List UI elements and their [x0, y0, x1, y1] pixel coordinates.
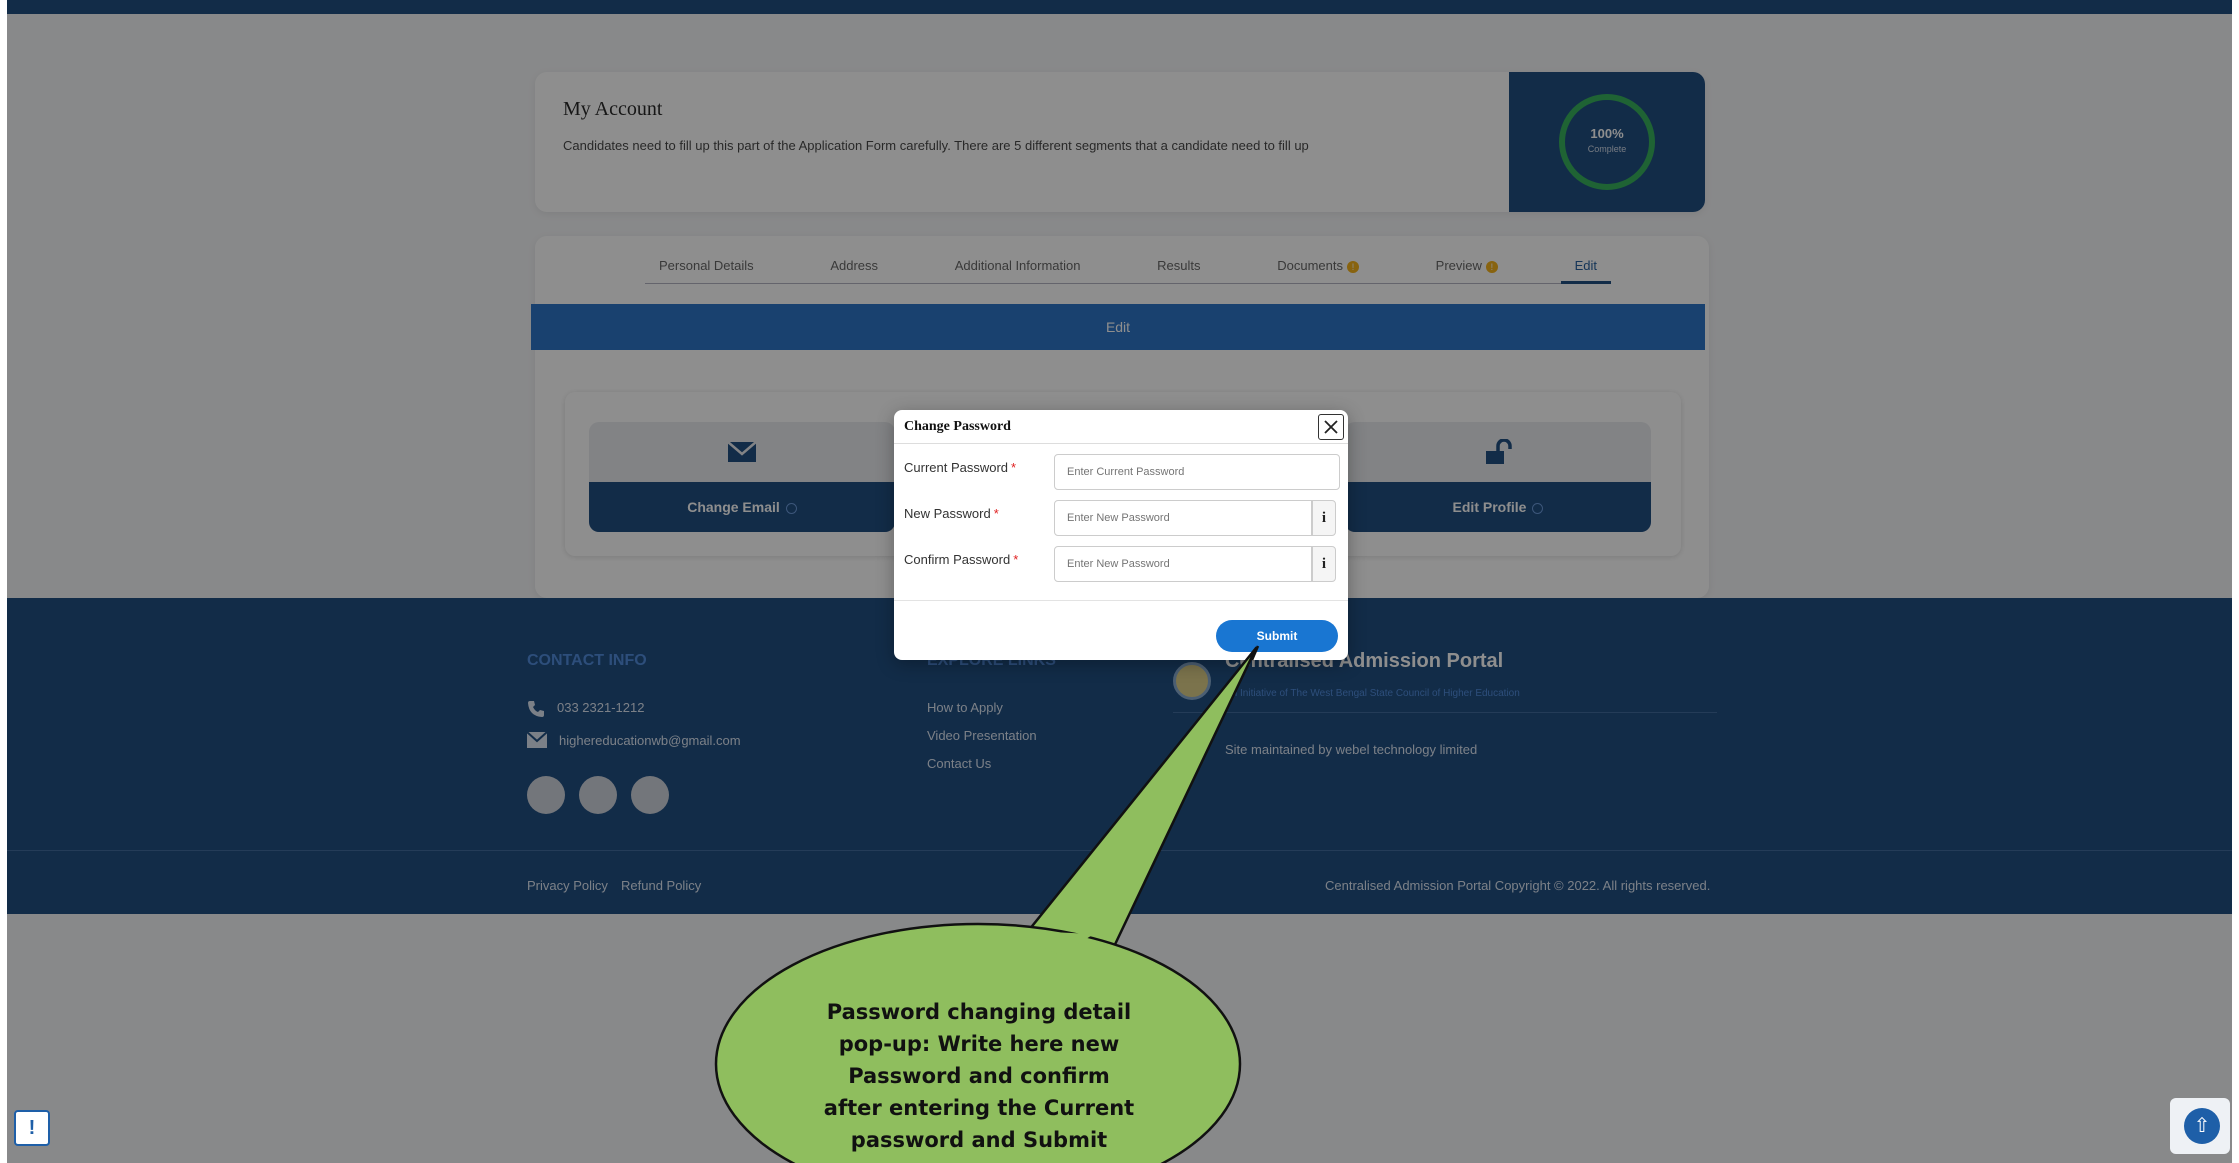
scroll-to-top-button[interactable]: ⇧	[2170, 1098, 2230, 1154]
feedback-icon[interactable]: !	[14, 1110, 50, 1146]
arrow-up-icon: ⇧	[2184, 1108, 2220, 1144]
callout-bubble	[714, 645, 1260, 1163]
callout-text: Password changing detail pop-up: Write h…	[823, 1000, 1135, 1152]
